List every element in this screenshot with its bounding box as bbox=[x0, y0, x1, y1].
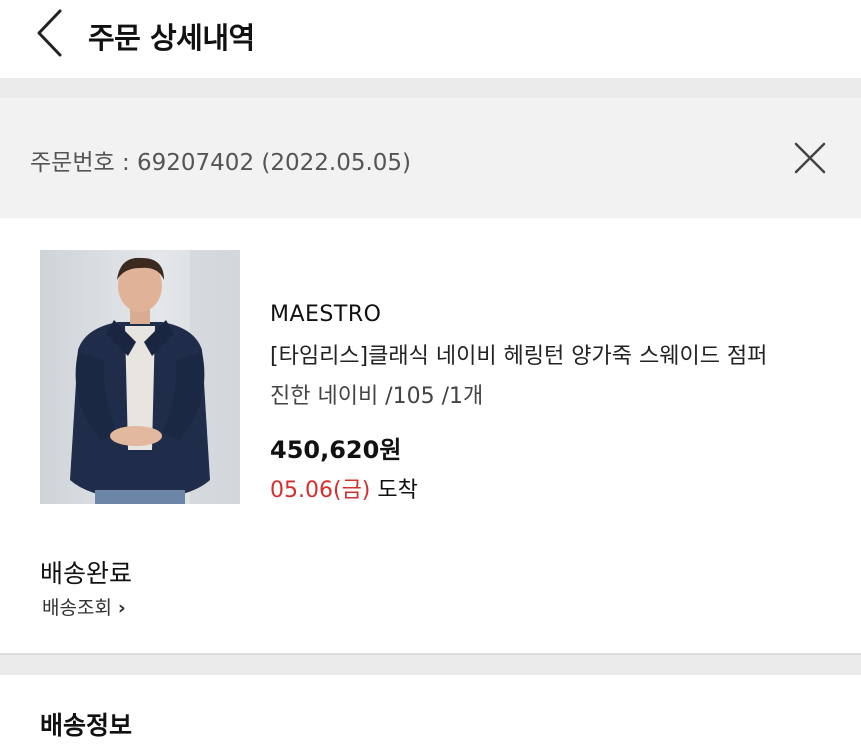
track-delivery-link[interactable]: 배송조회 › bbox=[42, 593, 126, 620]
chevron-left-icon bbox=[37, 9, 62, 57]
jacket-model-photo bbox=[40, 250, 240, 504]
track-delivery-label: 배송조회 bbox=[42, 597, 112, 619]
close-button[interactable] bbox=[790, 138, 830, 178]
chevron-right-icon: › bbox=[117, 597, 126, 619]
close-icon bbox=[794, 142, 826, 174]
section-title-delivery-info: 배송정보 bbox=[40, 711, 133, 740]
arrival-suffix: 도착 bbox=[370, 478, 418, 503]
product-name[interactable]: [타임리스]클래식 네이비 헤링턴 양가죽 스웨이드 점퍼 bbox=[270, 338, 767, 370]
product-option: 진한 네이비 /105 /1개 bbox=[270, 384, 484, 409]
product-image[interactable] bbox=[40, 250, 240, 504]
order-number-bar: 주문번호 : 69207402 (2022.05.05) bbox=[0, 98, 861, 218]
delivery-status: 배송완료 bbox=[40, 559, 133, 588]
page-title: 주문 상세내역 bbox=[88, 21, 255, 55]
arrival-info: 05.06(금) 도착 bbox=[270, 472, 418, 504]
product-price: 450,620원 bbox=[270, 436, 402, 464]
order-number-label: 주문번호 : 69207402 (2022.05.05) bbox=[30, 150, 412, 176]
section-divider bbox=[0, 653, 861, 675]
product-brand: MAESTRO bbox=[270, 302, 382, 327]
back-button[interactable] bbox=[30, 8, 70, 58]
top-header: 주문 상세내역 bbox=[0, 0, 861, 78]
arrival-date: 05.06(금) bbox=[270, 478, 371, 503]
section-divider bbox=[0, 78, 861, 98]
